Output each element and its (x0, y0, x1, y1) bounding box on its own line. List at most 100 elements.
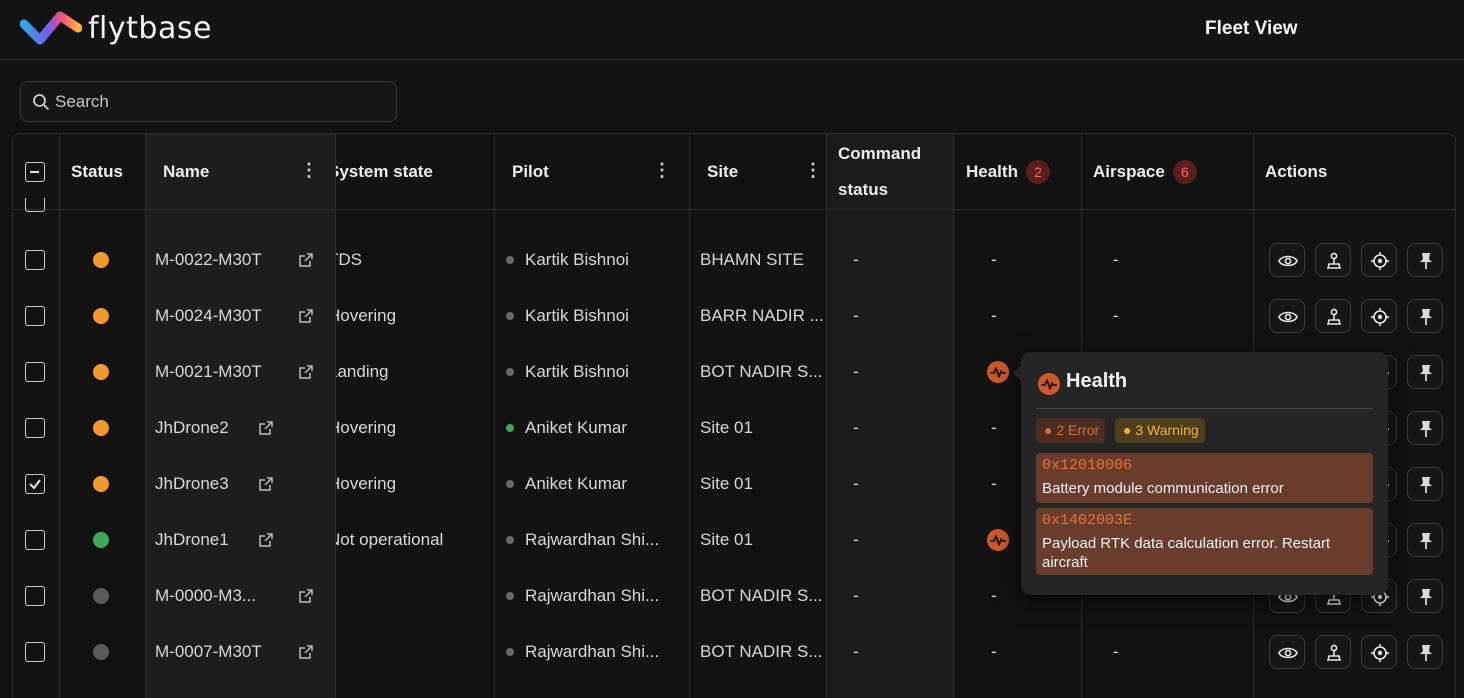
row-checkbox[interactable] (25, 642, 45, 662)
name-column-menu-icon[interactable]: ⋮ (300, 160, 318, 181)
column-header-health[interactable]: Health 2 (966, 134, 1050, 209)
drone-name-link[interactable]: JhDrone3 (155, 474, 229, 494)
row-checkbox[interactable] (25, 418, 45, 438)
external-link-icon[interactable] (258, 532, 274, 553)
drone-name-link[interactable]: M-0000-M3... (155, 586, 256, 606)
external-link-icon[interactable] (258, 420, 274, 441)
brand-name: flytbase (88, 10, 212, 46)
external-link-icon[interactable] (258, 476, 274, 497)
view-button[interactable] (1269, 299, 1305, 333)
top-bar: flytbase Fleet View (0, 0, 1464, 60)
pin-button[interactable] (1407, 299, 1443, 333)
site-column-menu-icon[interactable]: ⋮ (804, 160, 822, 181)
row-checkbox[interactable] (25, 530, 45, 550)
drone-name-link[interactable]: M-0022-M30T (155, 250, 262, 270)
popover-divider (1036, 408, 1373, 409)
divider (335, 134, 336, 698)
system-state-text: Landing (328, 362, 389, 381)
column-header-pilot[interactable]: Pilot ⋮ (512, 134, 689, 209)
warning-count-chip[interactable]: ● 3 Warning (1115, 418, 1205, 443)
view-button[interactable] (1269, 243, 1305, 277)
external-link-icon[interactable] (298, 364, 314, 385)
health-text: - (991, 586, 997, 605)
error-count-chip[interactable]: ● 2 Error (1036, 418, 1105, 443)
pin-button[interactable] (1407, 523, 1443, 557)
command-status-text: - (853, 586, 859, 605)
health-alert-icon[interactable] (987, 361, 1009, 383)
error-code: 0x12010006 (1042, 457, 1133, 474)
column-header-system-state[interactable]: System state (336, 134, 494, 209)
locate-button[interactable] (1361, 243, 1397, 277)
status-indicator-dot (93, 308, 109, 324)
land-button[interactable] (1315, 243, 1351, 277)
pilot-status-dot (506, 312, 514, 320)
pin-button[interactable] (1407, 635, 1443, 669)
row-checkbox-partial[interactable] (25, 198, 45, 212)
divider (59, 134, 60, 698)
drone-name-link[interactable]: JhDrone1 (155, 530, 229, 550)
command-status-text: - (853, 250, 859, 269)
status-indicator-dot (93, 588, 109, 604)
column-header-status[interactable]: Status (71, 134, 123, 209)
command-status-text: - (853, 306, 859, 325)
status-indicator-dot (93, 364, 109, 380)
row-checkbox[interactable] (25, 250, 45, 270)
column-header-command-status[interactable]: Command status (838, 134, 953, 209)
divider (494, 134, 495, 698)
external-link-icon[interactable] (298, 252, 314, 273)
column-header-command-status-line1: Command (838, 143, 922, 163)
row-checkbox[interactable] (25, 586, 45, 606)
pin-button[interactable] (1407, 467, 1443, 501)
flytbase-logo[interactable]: flytbase (20, 10, 212, 46)
status-indicator-dot (93, 252, 109, 268)
health-text: - (991, 474, 997, 493)
system-state-text: Hovering (328, 306, 397, 325)
locate-button[interactable] (1361, 299, 1397, 333)
column-header-health-label: Health (966, 161, 1018, 181)
error-code: 0x1402003E (1042, 512, 1133, 529)
search-box[interactable] (20, 81, 397, 122)
column-header-site-label: Site (707, 161, 739, 181)
warning-count-chip-label: 3 Warning (1135, 422, 1199, 438)
error-count-chip-label: 2 Error (1056, 422, 1100, 438)
land-button[interactable] (1315, 299, 1351, 333)
status-indicator-dot (93, 644, 109, 660)
row-checkbox[interactable] (25, 362, 45, 382)
column-header-actions: Actions (1265, 134, 1327, 209)
row-checkbox[interactable] (25, 306, 45, 326)
site-name: Site 01 (700, 530, 753, 549)
popover-title: Health (1066, 370, 1128, 392)
drone-name-link[interactable]: M-0021-M30T (155, 362, 262, 382)
error-message: Battery module communication error (1042, 480, 1284, 497)
column-header-name-label: Name (163, 161, 210, 181)
drone-name-link[interactable]: JhDrone2 (155, 418, 229, 438)
search-icon (33, 94, 49, 110)
pin-button[interactable] (1407, 243, 1443, 277)
land-button[interactable] (1315, 635, 1351, 669)
error-card: 0x12010006 Battery module communication … (1036, 453, 1373, 503)
header-divider (13, 209, 1455, 210)
health-alert-icon[interactable] (987, 529, 1009, 551)
health-text: - (991, 642, 997, 661)
column-header-airspace[interactable]: Airspace 6 (1093, 134, 1197, 209)
row-checkbox[interactable] (25, 474, 45, 494)
external-link-icon[interactable] (298, 588, 314, 609)
drone-name-link[interactable]: M-0007-M30T (155, 642, 262, 662)
pin-button[interactable] (1407, 355, 1443, 389)
error-message: Payload RTK data calculation error. Rest… (1042, 535, 1331, 571)
pilot-column-menu-icon[interactable]: ⋮ (653, 160, 671, 181)
search-input[interactable] (55, 90, 385, 114)
pin-button[interactable] (1407, 411, 1443, 445)
drone-name-link[interactable]: M-0024-M30T (155, 306, 262, 326)
pin-button[interactable] (1407, 579, 1443, 613)
health-pulse-icon (1038, 373, 1060, 395)
column-header-site[interactable]: Site ⋮ (707, 134, 826, 209)
external-link-icon[interactable] (298, 308, 314, 329)
column-header-system-state-label: System state (336, 161, 433, 181)
column-header-name[interactable]: Name ⋮ (163, 134, 335, 209)
locate-button[interactable] (1361, 635, 1397, 669)
external-link-icon[interactable] (298, 644, 314, 665)
view-button[interactable] (1269, 635, 1305, 669)
pilot-name: Rajwardhan Shi... (525, 642, 660, 661)
select-all-checkbox[interactable] (25, 162, 45, 182)
